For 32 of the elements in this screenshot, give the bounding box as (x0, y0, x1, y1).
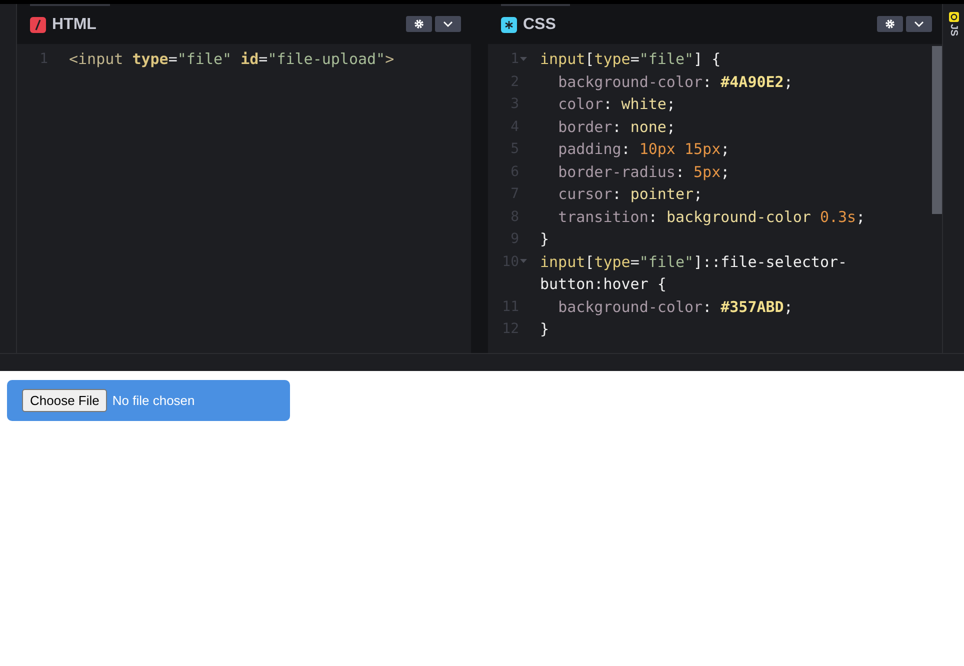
settings-icon (414, 19, 424, 29)
settings-button[interactable] (406, 16, 432, 32)
code-line: border: none; (557, 116, 676, 138)
code-line: } (539, 319, 550, 340)
file-input[interactable]: Choose File No file chosen (7, 380, 290, 421)
chevron-down-icon (443, 21, 453, 27)
code-line: input[type="file"]::file-selector- (539, 252, 848, 272)
code-line: background-color: #4A90E2; (557, 72, 793, 92)
code-line: button:hover { (539, 274, 666, 295)
scrollbar[interactable] (932, 46, 942, 214)
code-line: input[type="file"] { (539, 49, 721, 70)
js-logo-icon[interactable] (948, 12, 958, 22)
code-line: transition: background-color 0.3s; (557, 206, 866, 228)
editor-title: HTML (52, 15, 96, 35)
js-tab[interactable]: JS (946, 24, 961, 36)
choose-file-button[interactable]: Choose File (22, 388, 108, 412)
settings-button[interactable] (877, 16, 903, 32)
code-line: cursor: pointer; (557, 184, 703, 205)
file-status: No file chosen (112, 392, 195, 410)
code-line: color: white; (557, 94, 676, 115)
chevron-down-icon (914, 21, 924, 27)
dropdown-button[interactable] (906, 16, 932, 32)
settings-icon (885, 19, 895, 29)
slash-logo-icon (30, 17, 46, 33)
dropdown-button[interactable] (435, 16, 461, 32)
code-line: } (539, 229, 550, 250)
code-line: background-color: #357ABD; (557, 296, 793, 318)
code-line: border-radius: 5px; (557, 162, 730, 182)
code-line: padding: 10px 15px; (557, 139, 730, 160)
editor-title: CSS (523, 15, 556, 35)
asterisk-logo-icon (501, 17, 517, 33)
code-line: <input type="file" id="file-upload"> (68, 49, 394, 70)
